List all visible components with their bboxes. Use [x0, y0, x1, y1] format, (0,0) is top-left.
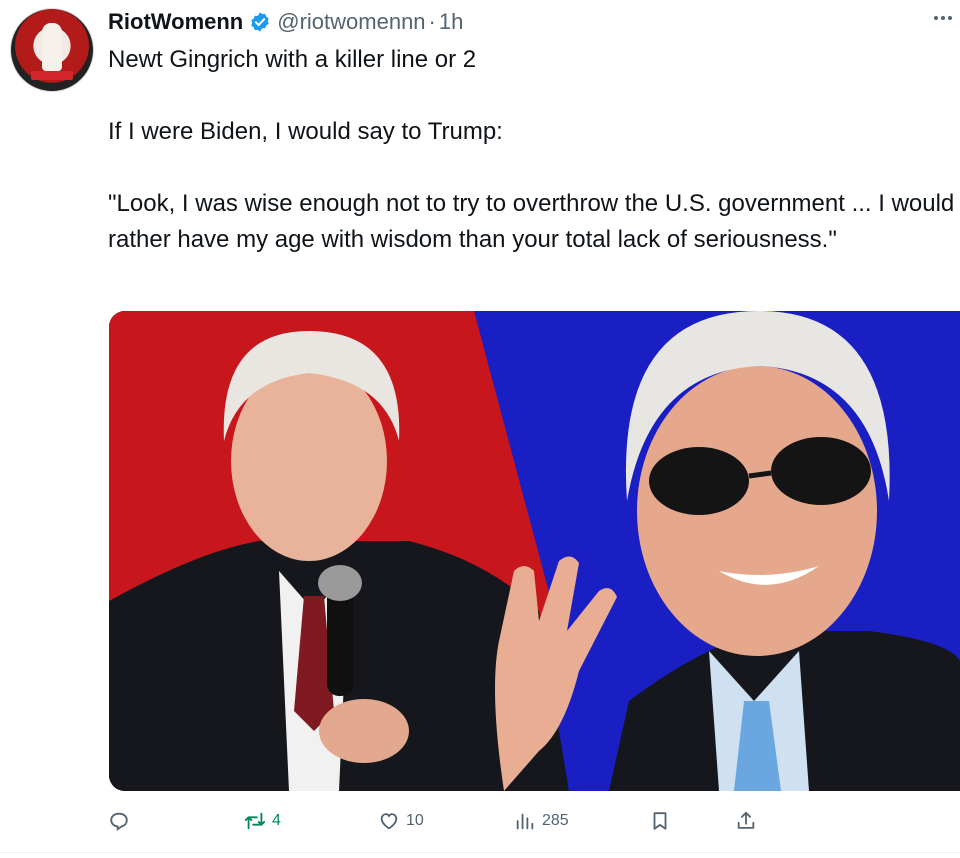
share-button[interactable] [735, 805, 757, 837]
retweet-button[interactable]: 4 [244, 805, 281, 837]
reply-button[interactable] [108, 805, 136, 837]
like-count: 10 [406, 812, 424, 829]
bookmark-icon [653, 812, 667, 830]
avatar-figure [42, 23, 62, 71]
heart-icon [380, 813, 398, 830]
tweet-divider [0, 852, 960, 853]
more-options-icon[interactable] [932, 12, 954, 24]
views-count: 285 [542, 812, 569, 829]
tweet-text: Newt Gingrich with a killer line or 2 If… [108, 46, 955, 253]
retweet-icon [244, 812, 266, 830]
like-button[interactable]: 10 [378, 805, 424, 837]
verified-badge-icon [251, 12, 269, 32]
share-icon [737, 811, 755, 829]
media-illustration [109, 311, 960, 791]
views-button[interactable]: 285 [514, 805, 569, 837]
retweet-count: 4 [272, 812, 281, 829]
avatar-banner [31, 71, 73, 80]
tweet-timestamp[interactable]: 1h [439, 9, 463, 35]
author-name[interactable]: RiotWomenn [108, 9, 243, 35]
views-chart-icon [516, 813, 534, 830]
tweet-header: RiotWomenn @riotwomennn · 1h [108, 8, 463, 36]
tweet-media-image[interactable] [109, 311, 960, 791]
reply-icon [110, 812, 128, 832]
time-separator: · [428, 9, 436, 34]
author-handle[interactable]: @riotwomennn [277, 9, 425, 35]
tweet-card[interactable]: RiotWomenn @riotwomennn · 1h Newt Gingri… [0, 0, 960, 858]
bookmark-button[interactable] [649, 805, 671, 837]
author-avatar[interactable] [10, 8, 94, 92]
tweet-actions-bar: 4 10 285 [108, 805, 960, 837]
